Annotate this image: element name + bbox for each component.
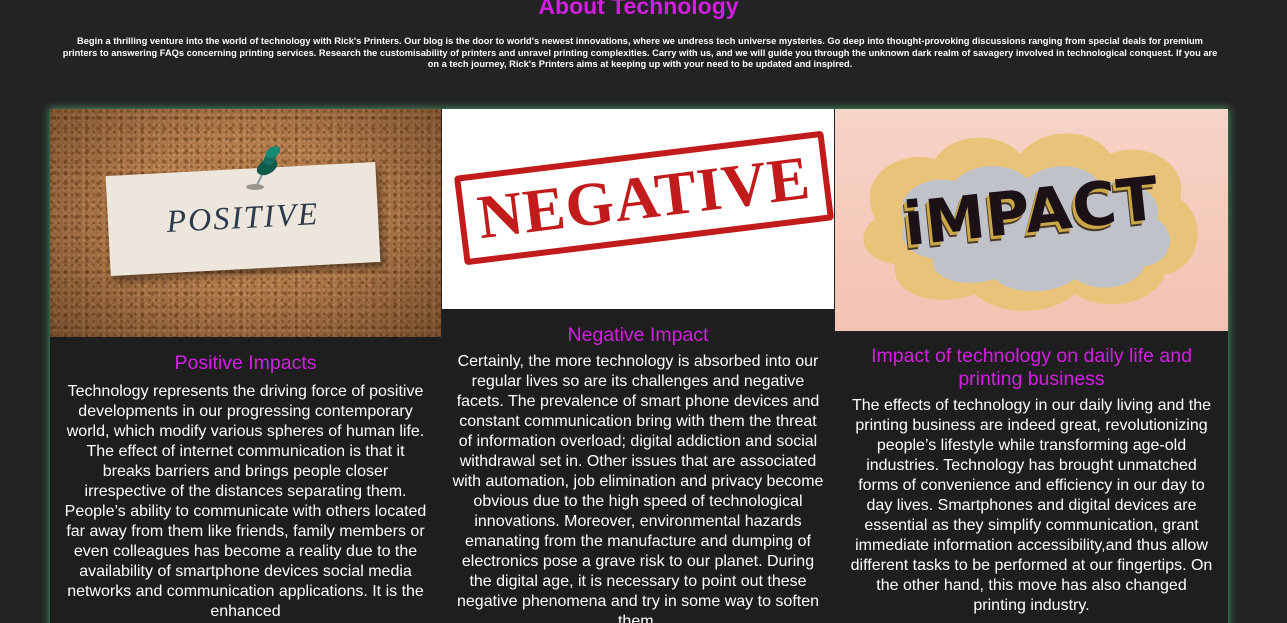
impact-cards-row: POSITIVE Positive Impacts Technology rep…: [50, 109, 1228, 623]
card-text: The effects of technology in our daily l…: [850, 397, 1213, 614]
card-text: Certainly, the more technology is absorb…: [452, 353, 824, 623]
card-title: Impact of technology on daily life and p…: [871, 345, 1192, 390]
card-negative-impact: NEGATIVE Negative Impact Certainly, the …: [442, 109, 834, 623]
impact-image: iMPACT: [835, 109, 1228, 331]
card-daily-life-impact: iMPACT Impact of technology on daily lif…: [835, 109, 1228, 623]
card-positive-impacts: POSITIVE Positive Impacts Technology rep…: [50, 109, 441, 623]
page-title: About Technology: [538, 0, 739, 19]
negative-image: NEGATIVE: [442, 109, 834, 309]
card-title: Negative Impact: [567, 324, 709, 346]
positive-image: POSITIVE: [50, 109, 441, 337]
card-title: Positive Impacts: [174, 352, 317, 374]
paper-note: POSITIVE: [105, 162, 381, 276]
paper-note-text: POSITIVE: [165, 195, 321, 239]
intro-paragraph: Begin a thrilling venture into the world…: [62, 36, 1218, 69]
card-text: Technology represents the driving force …: [64, 383, 427, 620]
push-pin-icon: [246, 146, 281, 190]
